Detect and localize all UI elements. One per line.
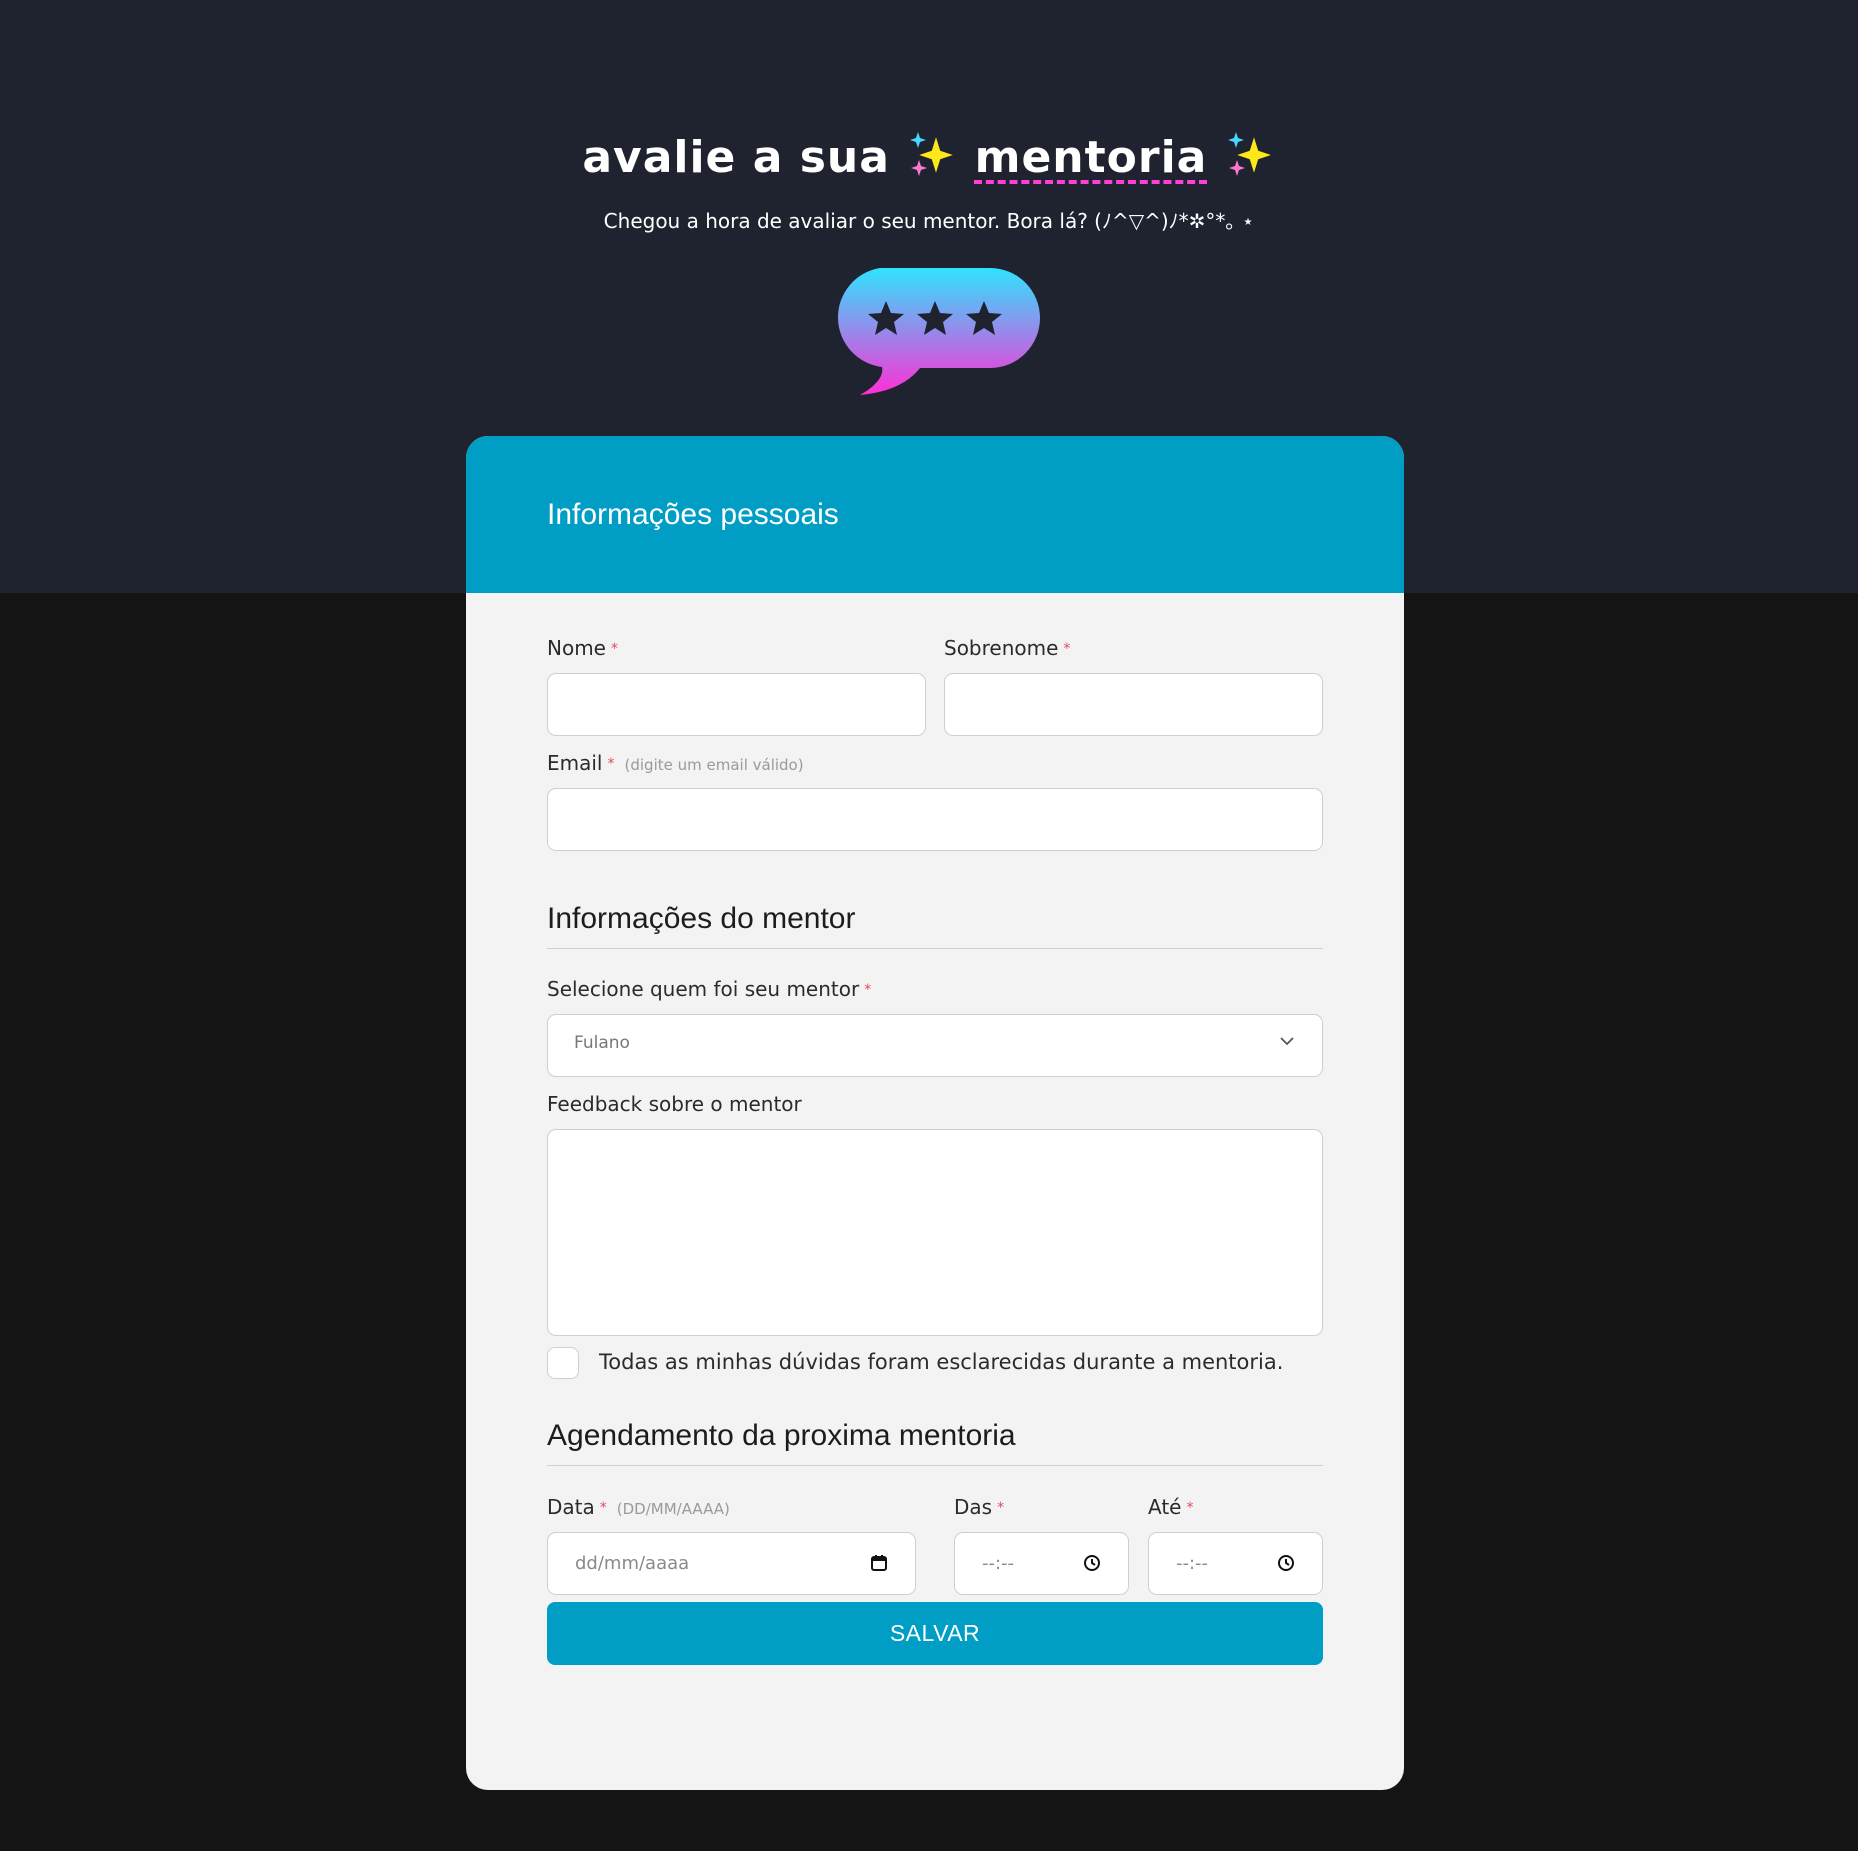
date-placeholder: dd/mm/aaaa <box>575 1553 690 1574</box>
first-name-label-text: Nome <box>547 636 606 660</box>
to-time-input[interactable]: --:-- <box>1148 1532 1323 1595</box>
feedback-label-text: Feedback sobre o mentor <box>547 1092 802 1116</box>
from-time-label: Das * <box>954 1495 1004 1519</box>
title-accent: mentoria <box>974 132 1208 183</box>
from-time-input[interactable]: --:-- <box>954 1532 1129 1595</box>
personal-section-title: Informações pessoais <box>547 498 839 531</box>
mentor-section-title: Informações do mentor <box>547 902 1323 949</box>
schedule-section-title: Agendamento da proxima mentoria <box>547 1419 1323 1466</box>
personal-section-header: Informações pessoais <box>466 436 1404 593</box>
last-name-input[interactable] <box>944 673 1323 736</box>
email-input[interactable] <box>547 788 1323 851</box>
to-time-placeholder: --:-- <box>1176 1553 1209 1574</box>
required-mark: * <box>1186 1500 1194 1516</box>
mentor-select-label-text: Selecione quem foi seu mentor <box>547 977 860 1001</box>
mentor-select-label: Selecione quem foi seu mentor * <box>547 977 871 1001</box>
clock-icon[interactable] <box>1277 1554 1295 1572</box>
doubts-resolved-label: Todas as minhas dúvidas foram esclarecid… <box>599 1350 1284 1374</box>
date-hint: (DD/MM/AAAA) <box>616 1500 730 1518</box>
required-mark: * <box>1063 641 1071 657</box>
date-label-text: Data <box>547 1495 595 1519</box>
mentor-select[interactable]: Fulano <box>547 1014 1323 1077</box>
email-hint: (digite um email válido) <box>624 756 804 774</box>
doubts-resolved-checkbox[interactable] <box>547 1347 579 1379</box>
title-prefix: avalie a sua <box>582 132 890 183</box>
page-title: avalie a sua mentoria <box>0 128 1858 183</box>
required-mark: * <box>864 982 872 998</box>
from-time-placeholder: --:-- <box>982 1553 1015 1574</box>
email-label: Email * (digite um email válido) <box>547 751 804 775</box>
to-time-label-text: Até <box>1148 1495 1182 1519</box>
feedback-textarea[interactable] <box>547 1129 1323 1336</box>
last-name-label-text: Sobrenome <box>944 636 1059 660</box>
evaluation-form: Informações pessoais Nome * Sobrenome * Em… <box>466 436 1404 1790</box>
first-name-input[interactable] <box>547 673 926 736</box>
calendar-icon[interactable] <box>870 1554 888 1572</box>
email-label-text: Email <box>547 751 603 775</box>
date-input[interactable]: dd/mm/aaaa <box>547 1532 916 1595</box>
chevron-down-icon <box>1280 1037 1294 1046</box>
mentor-select-value: Fulano <box>574 1033 630 1053</box>
rating-bubble-icon <box>837 268 1040 395</box>
to-time-label: Até * <box>1148 1495 1193 1519</box>
sparkles-icon <box>1227 130 1276 180</box>
required-mark: * <box>599 1500 607 1516</box>
required-mark: * <box>610 641 618 657</box>
required-mark: * <box>997 1500 1005 1516</box>
page-subtitle: Chegou a hora de avaliar o seu mentor. B… <box>603 209 1255 233</box>
first-name-label: Nome * <box>547 636 618 660</box>
date-label: Data * (DD/MM/AAAA) <box>547 1495 730 1519</box>
last-name-label: Sobrenome * <box>944 636 1070 660</box>
clock-icon[interactable] <box>1083 1554 1101 1572</box>
save-button[interactable]: SALVAR <box>547 1602 1323 1665</box>
feedback-label: Feedback sobre o mentor <box>547 1092 802 1116</box>
sparkles-icon <box>910 130 959 180</box>
required-mark: * <box>607 756 615 772</box>
from-time-label-text: Das <box>954 1495 993 1519</box>
